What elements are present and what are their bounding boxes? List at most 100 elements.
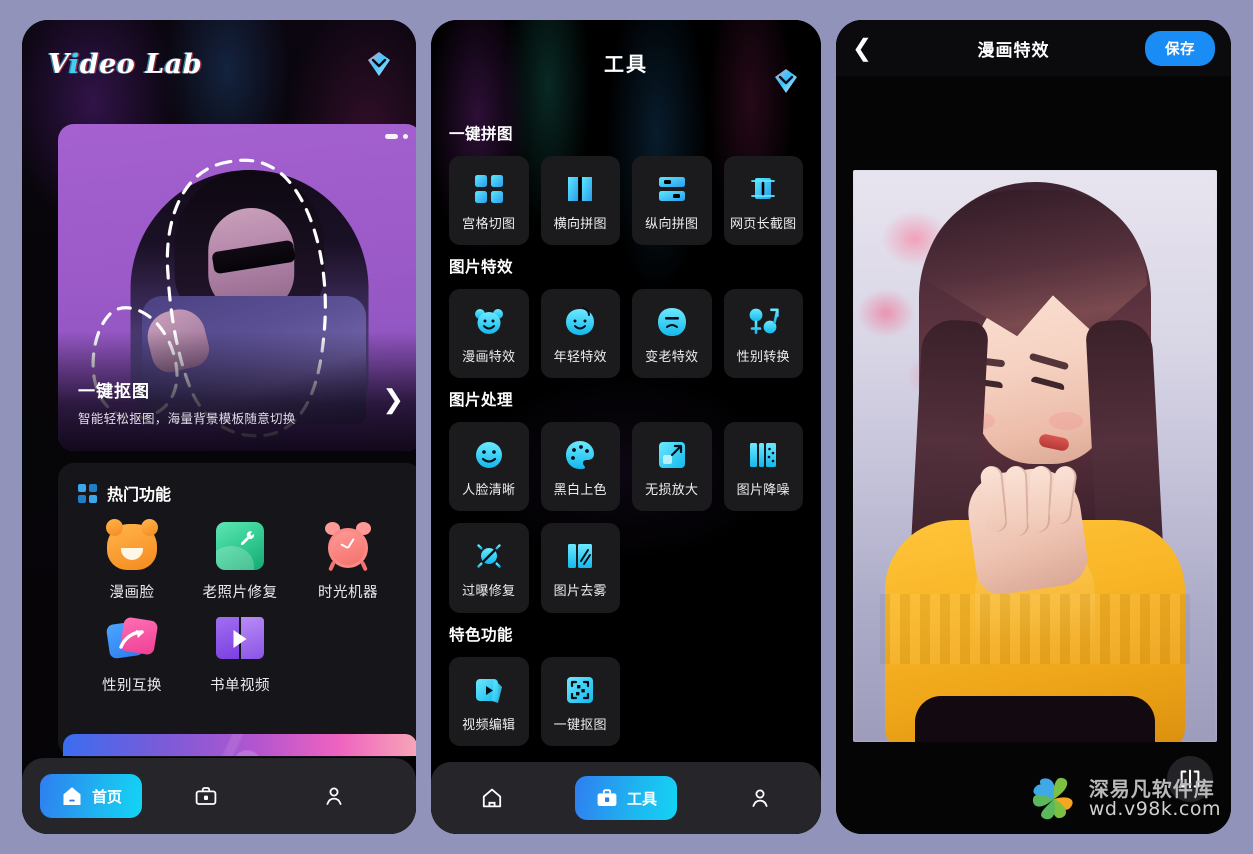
screenshot-stage: Video Lab 一键抠图 智能轻松抠图，海量背景模板随意切换 ❯ 热门功能 … <box>0 0 1253 854</box>
photo-blouse-ruffle <box>880 594 1190 664</box>
toolbox-icon <box>195 787 217 805</box>
section-title: 图片特效 <box>449 258 514 277</box>
video-edit-icon <box>475 678 502 703</box>
cutout-icon <box>567 676 594 703</box>
nav-tab-home-label: 首页 <box>92 787 123 806</box>
tool-label: 性别转换 <box>736 350 790 366</box>
diamond-icon[interactable] <box>771 66 801 96</box>
banner-title: 一键抠图 <box>78 382 150 402</box>
hot-item-empty <box>294 614 402 695</box>
hot-item-label: 漫画脸 <box>109 585 155 601</box>
promo-gradient-strip[interactable] <box>63 734 416 756</box>
tool-face-clarity[interactable]: 人脸清晰 <box>449 422 529 512</box>
app-logo: Video Lab <box>48 49 202 80</box>
tool-dehaze[interactable]: 图片去雾 <box>540 523 620 613</box>
person-icon <box>752 789 768 807</box>
more-dots-icon[interactable] <box>385 134 408 139</box>
tool-grid-featured: 视频编辑 一键抠图 <box>449 656 803 746</box>
tool-label: 过曝修复 <box>462 584 516 600</box>
app-logo-text: Video Lab <box>48 48 203 80</box>
save-button[interactable]: 保存 <box>1145 30 1215 66</box>
banner-subtitle: 智能轻松抠图，海量背景模板随意切换 <box>78 411 296 426</box>
home-icon <box>63 787 81 805</box>
tool-grid-effects: 漫画特效 年轻特效 变老特效 性别转换 <box>449 289 803 379</box>
hot-features-header: 热门功能 <box>78 481 402 505</box>
grid-split-icon <box>474 175 503 203</box>
nav-tab-tools-label: 工具 <box>626 789 657 808</box>
hot-item-label: 老照片修复 <box>202 585 278 601</box>
section-title: 特色功能 <box>449 625 514 644</box>
tool-label: 无损放大 <box>645 483 699 499</box>
photo-repair-icon <box>215 521 265 571</box>
tool-label: 一键抠图 <box>553 717 607 733</box>
result-photo[interactable] <box>853 170 1217 742</box>
phone-screen-editor: ❮ 漫画特效 保存 深易凡软件库 wd.v98k.com <box>836 20 1231 834</box>
hot-item-photo-repair[interactable]: 老照片修复 <box>186 521 294 602</box>
gender-swap-icon <box>105 614 159 664</box>
old-face-icon <box>657 308 686 337</box>
tool-denoise[interactable]: 图片降噪 <box>723 422 803 512</box>
editor-header: ❮ 漫画特效 保存 <box>836 20 1231 76</box>
palette-icon <box>566 441 595 470</box>
photo-fingers <box>979 464 1079 537</box>
tool-grid-processing: 人脸清晰 黑白上色 无损放大 图片降噪 过曝修复 图片去雾 <box>449 422 803 613</box>
watermark-url: wd.v98k.com <box>1088 797 1221 820</box>
nav-tab-tools[interactable]: 工具 <box>574 776 677 820</box>
hot-item-book-video[interactable]: 书单视频 <box>186 614 294 695</box>
tool-colorize[interactable]: 黑白上色 <box>540 422 620 512</box>
photo-blush-right <box>1049 412 1083 430</box>
tool-label: 图片降噪 <box>736 483 790 499</box>
tool-label: 网页长截图 <box>729 217 797 232</box>
nav-tab-tools[interactable] <box>142 784 270 808</box>
tools-header: 工具 <box>431 20 821 104</box>
tool-overexposure-fix[interactable]: 过曝修复 <box>449 523 529 613</box>
chevron-right-icon[interactable]: ❯ <box>382 387 404 413</box>
tool-label: 人脸清晰 <box>462 483 516 499</box>
nav-tab-profile[interactable] <box>748 786 772 810</box>
nav-tab-home[interactable] <box>480 786 504 810</box>
book-video-icon <box>215 614 265 664</box>
section-title: 一键拼图 <box>449 125 514 143</box>
tool-label: 变老特效 <box>645 350 699 366</box>
young-face-icon <box>566 307 595 336</box>
person-icon <box>326 787 342 805</box>
tool-label: 横向拼图 <box>553 217 607 232</box>
tool-horizontal-stitch[interactable]: 横向拼图 <box>540 156 620 246</box>
tool-upscale[interactable]: 无损放大 <box>632 422 712 512</box>
toolbox-icon <box>597 789 617 806</box>
alarm-clock-icon <box>323 521 373 572</box>
nav-tab-home[interactable]: 首页 <box>40 774 143 818</box>
section-title: 图片处理 <box>449 391 514 410</box>
grid-icon <box>78 483 97 503</box>
bear-face-icon <box>474 309 503 335</box>
watermark-name: 深易凡软件库 <box>1088 776 1215 801</box>
vertical-stitch-icon <box>658 177 685 201</box>
denoise-icon <box>750 443 777 468</box>
diamond-icon[interactable] <box>364 49 394 79</box>
tool-video-edit[interactable]: 视频编辑 <box>449 656 529 746</box>
tool-label: 漫画特效 <box>462 350 516 366</box>
tool-young-effect[interactable]: 年轻特效 <box>540 289 620 379</box>
tool-cutout[interactable]: 一键抠图 <box>540 656 620 746</box>
tool-label: 纵向拼图 <box>645 217 699 232</box>
hot-item-gender-swap[interactable]: 性别互换 <box>78 614 186 695</box>
tool-old-effect[interactable]: 变老特效 <box>632 289 712 379</box>
banner-text-block: 一键抠图 智能轻松抠图，海量背景模板随意切换 <box>78 377 296 427</box>
watermark-text: 深易凡软件库 wd.v98k.com <box>1088 776 1221 820</box>
tool-vertical-stitch[interactable]: 纵向拼图 <box>632 156 712 246</box>
tool-gender-convert[interactable]: 性别转换 <box>723 289 803 379</box>
bear-face-icon <box>106 519 158 571</box>
hot-item-comic-face[interactable]: 漫画脸 <box>78 519 186 602</box>
horizontal-stitch-icon <box>568 177 593 201</box>
tool-label: 视频编辑 <box>462 717 516 733</box>
chevron-left-icon[interactable]: ❮ <box>852 36 882 60</box>
tools-scroll-area[interactable]: 一键拼图 宫格切图 横向拼图 纵向拼图 网页长截图 图片特效 漫画特效 年轻特效… <box>431 112 821 762</box>
home-banner-card[interactable]: 一键抠图 智能轻松抠图，海量背景模板随意切换 ❯ <box>58 124 416 451</box>
nav-tab-profile[interactable] <box>270 784 398 808</box>
tool-comic-effect[interactable]: 漫画特效 <box>449 289 529 379</box>
tool-webpage-longshot[interactable]: 网页长截图 <box>723 156 803 246</box>
photo-dark-skirt <box>915 696 1155 742</box>
watermark: 深易凡软件库 wd.v98k.com <box>1015 766 1231 834</box>
hot-item-time-machine[interactable]: 时光机器 <box>294 521 402 602</box>
tool-grid-split[interactable]: 宫格切图 <box>449 156 529 246</box>
